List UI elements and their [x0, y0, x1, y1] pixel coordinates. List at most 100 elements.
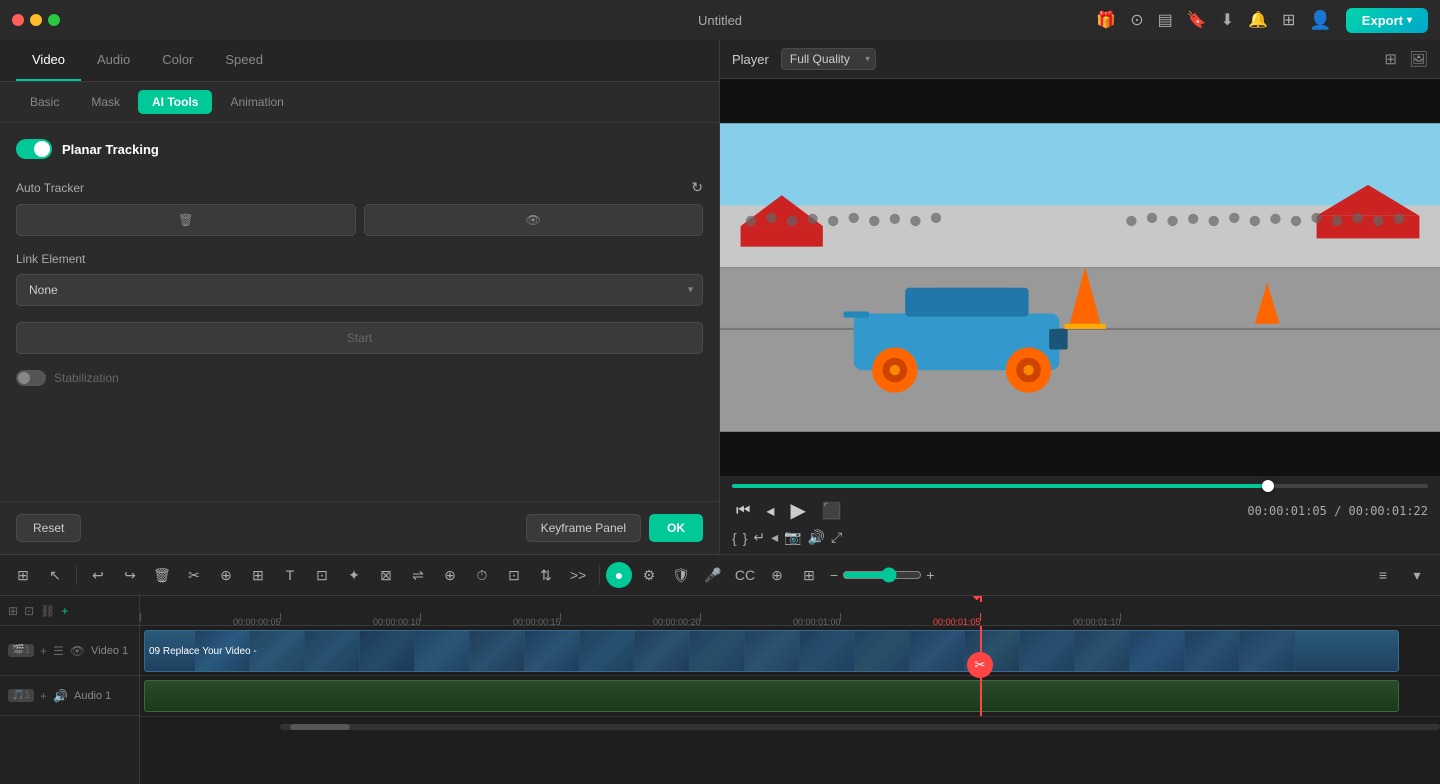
dropdown-btn[interactable]: ▾ [1402, 561, 1432, 589]
quality-select[interactable]: Full Quality 1/2 Quality 1/4 Quality [781, 48, 876, 70]
export-button[interactable]: Export [1346, 8, 1428, 33]
progress-thumb[interactable] [1262, 480, 1274, 492]
reset-tracker-icon[interactable]: ↻ [691, 179, 703, 196]
cut-toolbar-btn[interactable]: ✂ [179, 561, 209, 589]
subtab-basic[interactable]: Basic [16, 90, 73, 114]
mark-in-icon[interactable]: { [732, 530, 737, 546]
filmstrip-frame [1130, 631, 1185, 671]
more-toolbar-btn[interactable]: >> [563, 561, 593, 589]
transition-toolbar-btn[interactable]: ⇌ [403, 561, 433, 589]
prev-frame-icon[interactable]: ◂ [771, 529, 778, 546]
step-back-button[interactable]: ⏮ [732, 500, 754, 522]
timer-toolbar-btn[interactable]: ⏱ [467, 561, 497, 589]
circle-icon[interactable]: ⊙ [1130, 10, 1143, 30]
scrollbar-thumb[interactable] [290, 724, 350, 730]
keyframe-panel-button[interactable]: Keyframe Panel [526, 514, 641, 542]
insert-toolbar-btn[interactable]: ⊕ [211, 561, 241, 589]
avatar-icon[interactable]: 👤 [1309, 10, 1331, 31]
tab-audio[interactable]: Audio [81, 40, 146, 81]
ok-button[interactable]: OK [649, 514, 703, 542]
volume-icon[interactable]: 🔊 [808, 529, 825, 546]
redo-toolbar-btn[interactable]: ↪ [115, 561, 145, 589]
eye-track-icon[interactable]: 👁 [70, 644, 85, 658]
audio-toolbar-btn[interactable]: ⊕ [435, 561, 465, 589]
filmstrip-frame [470, 631, 525, 671]
add-audio-icon[interactable]: + [40, 689, 47, 703]
add-video-text-icon[interactable]: ☰ [53, 644, 64, 658]
audio-clip[interactable] [144, 680, 1399, 712]
stabilization-toggle[interactable] [16, 370, 46, 386]
grid-icon[interactable]: ⊞ [1282, 10, 1295, 30]
tab-video[interactable]: Video [16, 40, 81, 81]
subtab-animation[interactable]: Animation [216, 90, 297, 114]
video-track-label: 🎬1 + ☰ 👁 Video 1 [0, 626, 139, 676]
video-clip[interactable]: 09 Replace Your Video - [144, 630, 1399, 672]
zoom-minus-icon[interactable]: − [830, 567, 838, 583]
play-back-button[interactable]: ◂ [762, 499, 778, 523]
split-toolbar-btn[interactable]: ⊞ [243, 561, 273, 589]
mic-toolbar-btn[interactable]: 🎤 [698, 561, 728, 589]
link-element-label: Link Element [16, 252, 703, 266]
grid2-toolbar-btn[interactable]: ⊡ [499, 561, 529, 589]
delete-tracker-button[interactable]: 🗑 [16, 204, 356, 236]
eye-tracker-button[interactable]: 👁 [364, 204, 704, 236]
sub-track-icon[interactable]: ⊡ [24, 604, 34, 618]
subtab-ai-tools[interactable]: AI Tools [138, 90, 212, 114]
bookmark-icon[interactable]: 🔖 [1187, 10, 1207, 30]
add2-track-icon[interactable]: + [61, 604, 68, 618]
minimize-button[interactable] [30, 14, 42, 26]
layout-toolbar-btn[interactable]: ⊞ [8, 561, 38, 589]
tab-color[interactable]: Color [146, 40, 209, 81]
grid-view-icon[interactable]: ⊞ [1384, 50, 1397, 68]
timeline-scrollbar[interactable] [280, 724, 1440, 730]
snapshot-icon[interactable]: 📷 [784, 529, 801, 546]
swap-toolbar-btn[interactable]: ⇅ [531, 561, 561, 589]
cursor-toolbar-btn[interactable]: ↖ [40, 561, 70, 589]
close-button[interactable] [12, 14, 24, 26]
add-video-clip-icon[interactable]: + [40, 644, 47, 658]
effects-toolbar-btn[interactable]: ✦ [339, 561, 369, 589]
player-controls: ⏮ ◂ ▶ ⬛ 00:00:01:05 / 00:00:01:22 { } ↵ … [720, 476, 1440, 554]
expand2-toolbar-btn[interactable]: ⊞ [794, 561, 824, 589]
shield-toolbar-btn[interactable]: 🛡 [666, 561, 696, 589]
list-view-btn[interactable]: ≡ [1368, 561, 1398, 589]
zoom-slider[interactable] [842, 567, 922, 583]
link-track-icon[interactable]: ⛓ [40, 604, 55, 618]
gift-icon[interactable]: 🎁 [1096, 10, 1116, 30]
clip-icon[interactable]: ↵ [753, 529, 765, 546]
download-icon[interactable]: ⬇ [1221, 10, 1234, 30]
progress-bar[interactable] [732, 484, 1428, 488]
mark-out-icon[interactable]: } [743, 530, 748, 546]
undo-toolbar-btn[interactable]: ↩ [83, 561, 113, 589]
expand-icon[interactable]: ⤢ [831, 529, 842, 546]
caption-toolbar-btn[interactable]: ⊕ [762, 561, 792, 589]
image-icon[interactable]: 🖼 [1409, 50, 1428, 68]
volume-track-icon[interactable]: 🔊 [53, 689, 68, 703]
zoom-plus-icon[interactable]: + [926, 567, 934, 583]
tab-speed[interactable]: Speed [209, 40, 279, 81]
delete-toolbar-btn[interactable]: 🗑 [147, 561, 177, 589]
layout-icon[interactable]: ▤ [1158, 10, 1173, 30]
filmstrip-frame [800, 631, 855, 671]
maximize-button[interactable] [48, 14, 60, 26]
overlay-toolbar-btn[interactable]: ⊠ [371, 561, 401, 589]
start-button[interactable]: Start [16, 322, 703, 354]
stop-button[interactable]: ⬛ [818, 499, 846, 523]
export-label: Export [1362, 13, 1403, 28]
settings-toolbar-btn[interactable]: ⚙ [634, 561, 664, 589]
stabilization-row: Stabilization [16, 370, 703, 386]
planar-tracking-toggle[interactable] [16, 139, 52, 159]
trash-icon: 🗑 [178, 213, 193, 227]
link-element-select[interactable]: None [16, 274, 703, 306]
playhead[interactable] [980, 596, 982, 602]
bell-icon[interactable]: 🔔 [1248, 10, 1268, 30]
crop-toolbar-btn[interactable]: ⊡ [307, 561, 337, 589]
record-toolbar-btn[interactable]: ● [606, 562, 632, 588]
reset-button[interactable]: Reset [16, 514, 81, 542]
subtitle-toolbar-btn[interactable]: CC [730, 561, 760, 589]
play-button[interactable]: ▶ [786, 496, 809, 525]
subtab-mask[interactable]: Mask [77, 90, 134, 114]
text-toolbar-btn[interactable]: T [275, 561, 305, 589]
add-track-icon[interactable]: ⊞ [8, 604, 18, 618]
timeline-main[interactable]: :00:00 00:00:00:05 00:00:00:10 00:00:00:… [140, 596, 1440, 784]
